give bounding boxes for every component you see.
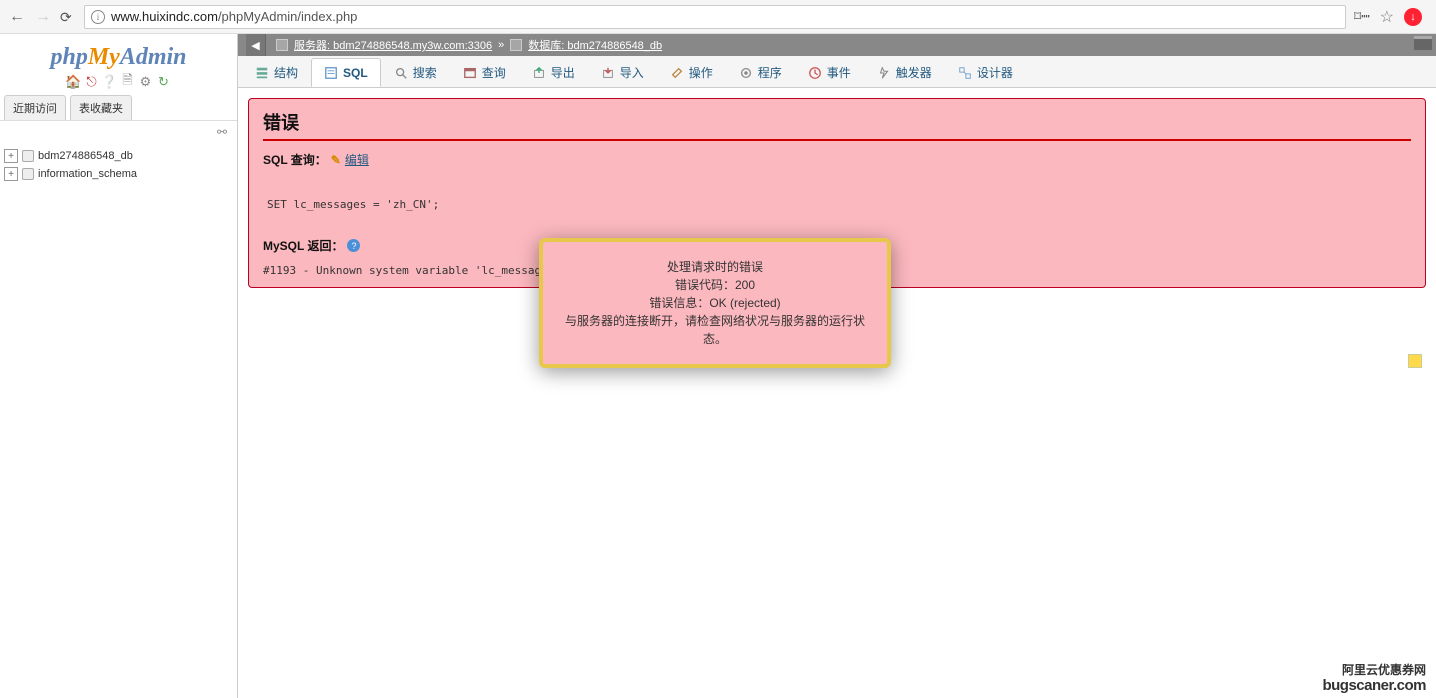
settings-icon[interactable]: ⚙ bbox=[139, 75, 153, 89]
logout-icon[interactable]: ⎋ bbox=[85, 75, 99, 89]
mysql-return-label: MySQL 返回： bbox=[263, 237, 343, 254]
sql-query-row: SQL 查询： ✎ 编辑 bbox=[263, 151, 1411, 168]
expand-icon[interactable]: + bbox=[4, 149, 18, 163]
sidebar-quick-icons: 🏠 ⎋ ❔ 🗎 ⚙ ↻ bbox=[0, 75, 237, 95]
collapse-top-button[interactable] bbox=[1414, 36, 1432, 50]
error-title: 错误 bbox=[263, 109, 1411, 141]
sql-icon bbox=[324, 66, 338, 80]
sql-query-label: SQL 查询： bbox=[263, 151, 327, 168]
tab-export[interactable]: 导出 bbox=[519, 58, 588, 87]
key-icon[interactable]: ⌑┉ bbox=[1354, 8, 1370, 25]
server-icon bbox=[276, 39, 288, 51]
link-icon[interactable]: ⚯ bbox=[0, 121, 237, 143]
export-icon bbox=[532, 66, 546, 80]
query-icon bbox=[463, 66, 477, 80]
breadcrumb-sep: » bbox=[498, 39, 504, 51]
reload-nav-icon[interactable]: ↻ bbox=[157, 75, 171, 89]
back-button[interactable]: ← bbox=[8, 8, 26, 26]
expand-icon[interactable]: + bbox=[4, 167, 18, 181]
docs-icon[interactable]: ❔ bbox=[103, 75, 117, 89]
browser-toolbar: ← → ⟳ i www.huixindc.com/phpMyAdmin/inde… bbox=[0, 0, 1436, 34]
tab-import[interactable]: 导入 bbox=[588, 58, 657, 87]
tab-operations[interactable]: 操作 bbox=[657, 58, 726, 87]
events-icon bbox=[808, 66, 822, 80]
sql-code: SET lc_messages = 'zh_CN'; bbox=[263, 168, 1411, 231]
error-dialog: 处理请求时的错误 错误代码：200 错误信息：OK (rejected) 与服务… bbox=[539, 238, 891, 368]
tab-triggers[interactable]: 触发器 bbox=[864, 58, 945, 87]
bookmark-star-icon[interactable]: ☆ bbox=[1380, 7, 1394, 27]
extension-icon[interactable]: ↓ bbox=[1404, 8, 1422, 26]
reload-button[interactable]: ⟳ bbox=[60, 9, 76, 25]
tab-designer[interactable]: 设计器 bbox=[945, 58, 1026, 87]
main-tabs: 结构 SQL 搜索 查询 导出 导入 操作 程序 事件 触发器 设计器 bbox=[238, 56, 1436, 88]
breadcrumb-database[interactable]: 数据库: bdm274886548_db bbox=[528, 37, 662, 53]
designer-icon bbox=[958, 66, 972, 80]
dialog-line: 与服务器的连接断开，请检查网络状况与服务器的运行状态。 bbox=[561, 312, 869, 348]
tree-item-label: information_schema bbox=[38, 168, 137, 180]
sidebar-tabs: 近期访问 表收藏夹 bbox=[0, 95, 237, 121]
branding: 阿里云优惠券网 bugscaner.com bbox=[1322, 664, 1426, 694]
dialog-line: 错误信息：OK (rejected) bbox=[561, 294, 869, 312]
home-icon[interactable]: 🏠 bbox=[67, 75, 81, 89]
forward-button[interactable]: → bbox=[34, 8, 52, 26]
triggers-icon bbox=[877, 66, 891, 80]
tab-routines[interactable]: 程序 bbox=[726, 58, 795, 87]
site-info-icon[interactable]: i bbox=[91, 10, 105, 24]
database-icon bbox=[510, 39, 522, 51]
structure-icon bbox=[255, 66, 269, 80]
routines-icon bbox=[739, 66, 753, 80]
url-text: www.huixindc.com/phpMyAdmin/index.php bbox=[111, 9, 357, 24]
search-icon bbox=[394, 66, 408, 80]
operations-icon bbox=[670, 66, 684, 80]
breadcrumb-server[interactable]: 服务器: bdm274886548.my3w.com:3306 bbox=[294, 37, 492, 53]
tab-query[interactable]: 查询 bbox=[450, 58, 519, 87]
dialog-line: 错误代码：200 bbox=[561, 276, 869, 294]
tab-structure[interactable]: 结构 bbox=[242, 58, 311, 87]
branding-line1: 阿里云优惠券网 bbox=[1322, 664, 1426, 677]
tab-search[interactable]: 搜索 bbox=[381, 58, 450, 87]
browser-right-icons: ⌑┉ ☆ ↓ bbox=[1354, 7, 1428, 27]
sql-icon[interactable]: 🗎 bbox=[121, 75, 135, 89]
import-icon bbox=[601, 66, 615, 80]
url-bar[interactable]: i www.huixindc.com/phpMyAdmin/index.php bbox=[84, 5, 1346, 29]
db-tree: + bdm274886548_db + information_schema bbox=[0, 143, 237, 187]
tree-item-label: bdm274886548_db bbox=[38, 150, 133, 162]
edit-icon: ✎ bbox=[331, 153, 341, 167]
dialog-line: 处理请求时的错误 bbox=[561, 258, 869, 276]
tree-item-db2[interactable]: + information_schema bbox=[4, 165, 233, 183]
sidebar-tab-recent[interactable]: 近期访问 bbox=[4, 95, 66, 120]
tab-sql[interactable]: SQL bbox=[311, 58, 381, 87]
tab-events[interactable]: 事件 bbox=[795, 58, 864, 87]
edit-link[interactable]: 编辑 bbox=[345, 151, 369, 168]
sidebar: phpMyAdmin 🏠 ⎋ ❔ 🗎 ⚙ ↻ 近期访问 表收藏夹 ⚯ + bdm… bbox=[0, 34, 238, 698]
phpmyadmin-logo[interactable]: phpMyAdmin bbox=[0, 34, 237, 75]
database-icon bbox=[22, 168, 34, 180]
tree-item-db1[interactable]: + bdm274886548_db bbox=[4, 147, 233, 165]
sidebar-tab-favorites[interactable]: 表收藏夹 bbox=[70, 95, 132, 120]
database-icon bbox=[22, 150, 34, 162]
bookmark-icon[interactable] bbox=[1408, 354, 1422, 368]
collapse-sidebar-button[interactable]: ◀ bbox=[246, 34, 266, 56]
help-icon[interactable]: ? bbox=[347, 239, 360, 252]
branding-line2: bugscaner.com bbox=[1322, 678, 1426, 695]
server-breadcrumb: ◀ 服务器: bdm274886548.my3w.com:3306 » 数据库:… bbox=[238, 34, 1436, 56]
